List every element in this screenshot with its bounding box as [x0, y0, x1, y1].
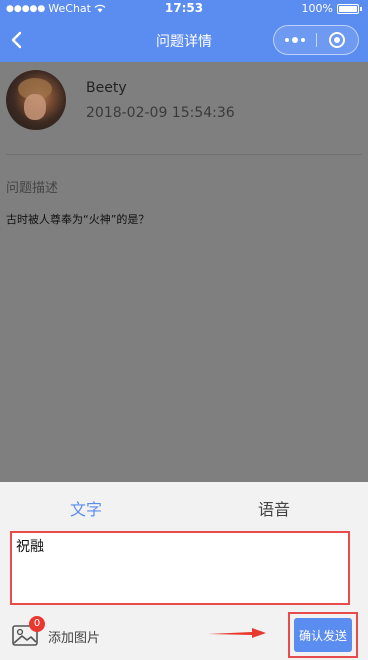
add-image-label[interactable]: 添加图片	[48, 627, 100, 646]
divider	[6, 154, 362, 155]
arrow-right-icon	[208, 628, 266, 638]
battery-info: 100%	[302, 2, 362, 15]
mini-program-capsule	[273, 25, 359, 55]
nav-bar: 问题详情	[0, 18, 368, 62]
answer-input[interactable]: 祝融	[10, 531, 350, 605]
question-detail: Beety 2018-02-09 15:54:36 问题描述 古时被人尊奉为“火…	[0, 62, 368, 482]
battery-icon	[337, 3, 359, 14]
send-button[interactable]: 确认发送	[294, 618, 352, 652]
avatar	[6, 70, 66, 130]
more-dots-icon[interactable]	[274, 26, 316, 54]
tab-voice[interactable]: 语音	[258, 496, 290, 520]
answer-panel: 文字 语音 祝融 0 添加图片 确认发送	[0, 482, 368, 660]
section-label: 问题描述	[6, 181, 59, 196]
question-text: 古时被人尊奉为“火神”的是？	[6, 213, 150, 226]
question-time: 2018-02-09 15:54:36	[86, 105, 235, 121]
status-bar: ●●●●● WeChat 17:53 100%	[0, 0, 368, 18]
send-highlight: 确认发送	[288, 612, 358, 658]
user-name: Beety	[86, 80, 127, 96]
target-close-icon[interactable]	[316, 26, 358, 54]
battery-percent: 100%	[301, 2, 333, 15]
tab-text[interactable]: 文字	[70, 496, 102, 520]
image-count-badge: 0	[29, 616, 45, 632]
